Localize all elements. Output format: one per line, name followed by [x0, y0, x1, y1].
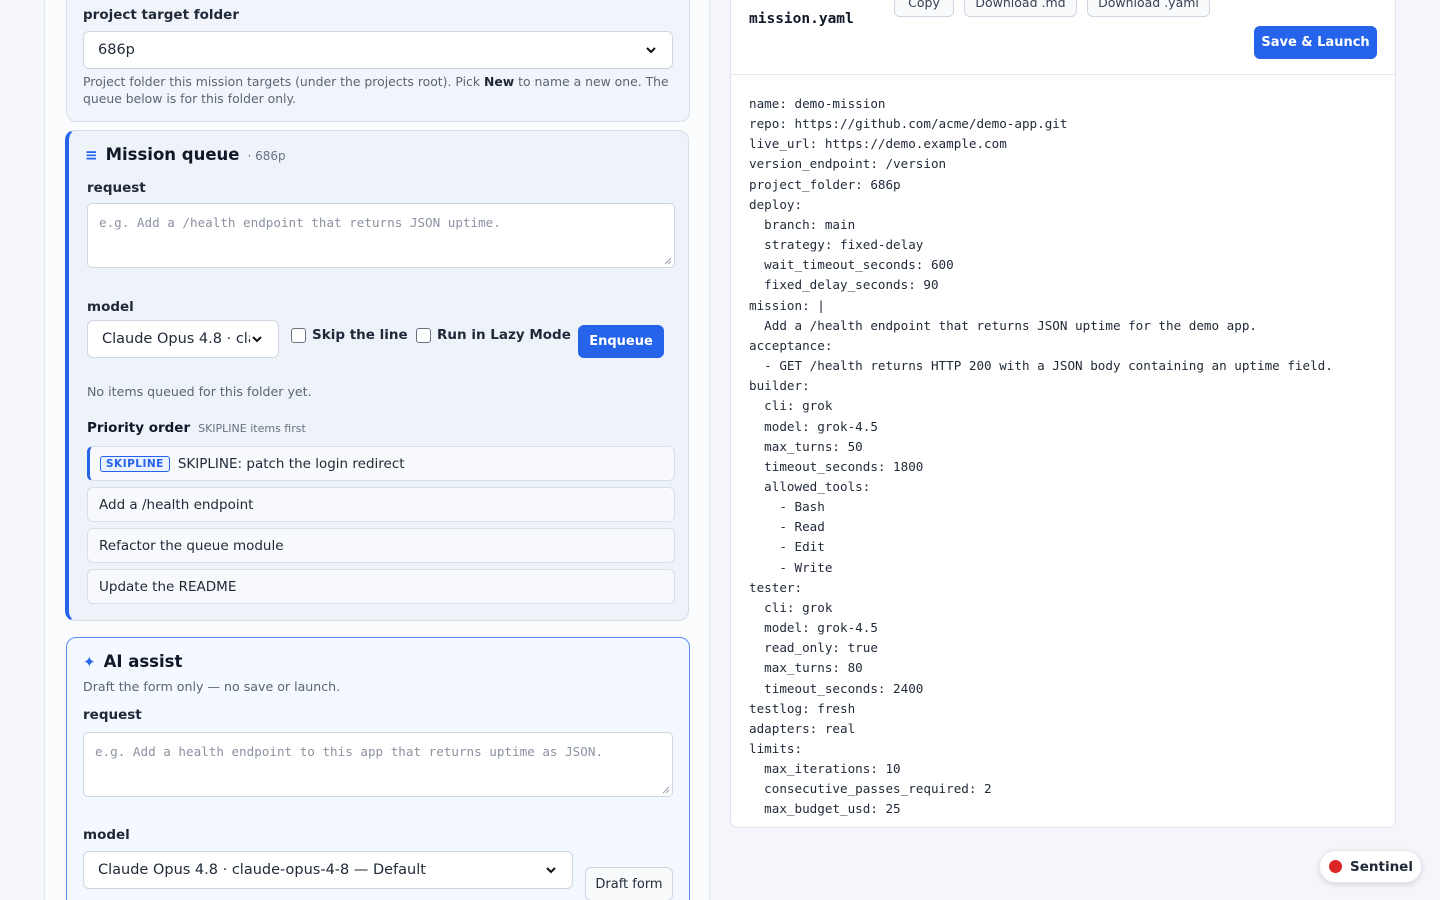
resize-handle-icon[interactable] — [664, 257, 672, 265]
skip-line-label: Skip the line — [312, 327, 408, 343]
sparkle-icon: ✦ — [83, 653, 96, 671]
save-launch-button[interactable]: Save & Launch — [1254, 26, 1377, 59]
folder-select-value: 686p — [98, 42, 135, 58]
queue-title: Mission queue — [105, 145, 240, 164]
lazy-mode-label: Run in Lazy Mode — [437, 327, 571, 343]
ai-header: ✦ AI assist — [83, 652, 182, 671]
enqueue-button[interactable]: Enqueue — [578, 325, 664, 358]
chevron-down-icon — [252, 336, 262, 343]
left-column: project target folder 686p Project folde… — [44, 0, 710, 900]
yaml-content[interactable]: name: demo-mission repo: https://github.… — [749, 94, 1333, 820]
status-dot-icon — [1329, 860, 1342, 873]
ai-request-placeholder: e.g. Add a health endpoint to this app t… — [95, 744, 603, 759]
ai-request-input[interactable]: e.g. Add a health endpoint to this app t… — [83, 732, 673, 797]
queue-request-input[interactable]: e.g. Add a /health endpoint that returns… — [87, 203, 675, 268]
draft-form-button[interactable]: Draft form — [585, 867, 673, 900]
folder-help: Project folder this mission targets (und… — [83, 74, 669, 106]
list-icon: ≡ — [85, 146, 98, 164]
queue-item-text: Add a /health endpoint — [99, 496, 254, 513]
folder-label: project target folder — [83, 7, 239, 23]
queue-item[interactable]: Update the README — [87, 569, 675, 604]
queue-item-text: SKIPLINE: patch the login redirect — [177, 455, 405, 472]
ai-request-label: request — [83, 707, 142, 723]
project-folder-card: project target folder 686p Project folde… — [66, 0, 690, 122]
sentinel-label: Sentinel — [1350, 858, 1413, 875]
chevron-down-icon — [646, 47, 656, 54]
queue-empty-text: No items queued for this folder yet. — [87, 384, 312, 399]
priority-header: Priority order SKIPLINE items first — [87, 420, 306, 436]
ai-model-select[interactable]: Claude Opus 4.8 · claude-opus-4-8 — Defa… — [83, 851, 573, 889]
ai-assist-card: ✦ AI assist Draft the form only — no sav… — [66, 637, 690, 900]
chevron-down-icon — [546, 867, 556, 874]
queue-item-text: Refactor the queue module — [99, 537, 284, 554]
queue-header: ≡ Mission queue · 686p — [85, 145, 286, 164]
skipline-badge: SKIPLINE — [100, 455, 170, 472]
queue-item-text: Update the README — [99, 578, 237, 595]
priority-sub: SKIPLINE items first — [198, 422, 306, 435]
priority-title: Priority order — [87, 420, 191, 436]
mission-yaml-panel: mission.yaml Copy Download .md Download … — [730, 0, 1396, 828]
download-yaml-button[interactable]: Download .yaml — [1087, 0, 1210, 17]
ai-model-label: model — [83, 827, 130, 843]
mission-queue-card: ≡ Mission queue · 686p request e.g. Add … — [65, 130, 689, 621]
queue-folder-tag: · 686p — [247, 149, 286, 163]
queue-request-placeholder: e.g. Add a /health endpoint that returns… — [99, 215, 501, 230]
queue-item[interactable]: Refactor the queue module — [87, 528, 675, 563]
queue-request-label: request — [87, 180, 146, 196]
queue-model-value: Claude Opus 4.8 · claude-opus-4-8 — [102, 331, 250, 347]
lazy-mode-checkbox[interactable]: Run in Lazy Mode — [416, 327, 571, 343]
copy-button[interactable]: Copy — [894, 0, 954, 17]
ai-model-value: Claude Opus 4.8 · claude-opus-4-8 — Defa… — [98, 862, 426, 878]
ai-subtitle: Draft the form only — no save or launch. — [83, 679, 341, 694]
resize-handle-icon[interactable] — [662, 786, 670, 794]
queue-model-label: model — [87, 299, 134, 315]
file-title: mission.yaml — [749, 11, 854, 27]
checkbox-icon[interactable] — [291, 327, 306, 343]
download-md-button[interactable]: Download .md — [964, 0, 1077, 17]
header-divider — [731, 74, 1395, 75]
folder-select[interactable]: 686p — [83, 31, 673, 69]
queue-model-select[interactable]: Claude Opus 4.8 · claude-opus-4-8 — [87, 320, 279, 358]
queue-item[interactable]: SKIPLINE SKIPLINE: patch the login redir… — [87, 446, 675, 481]
skip-line-checkbox[interactable]: Skip the line — [291, 327, 408, 343]
sentinel-status-button[interactable]: Sentinel — [1319, 850, 1422, 883]
ai-title: AI assist — [103, 652, 183, 671]
queue-item[interactable]: Add a /health endpoint — [87, 487, 675, 522]
checkbox-icon[interactable] — [416, 327, 431, 343]
